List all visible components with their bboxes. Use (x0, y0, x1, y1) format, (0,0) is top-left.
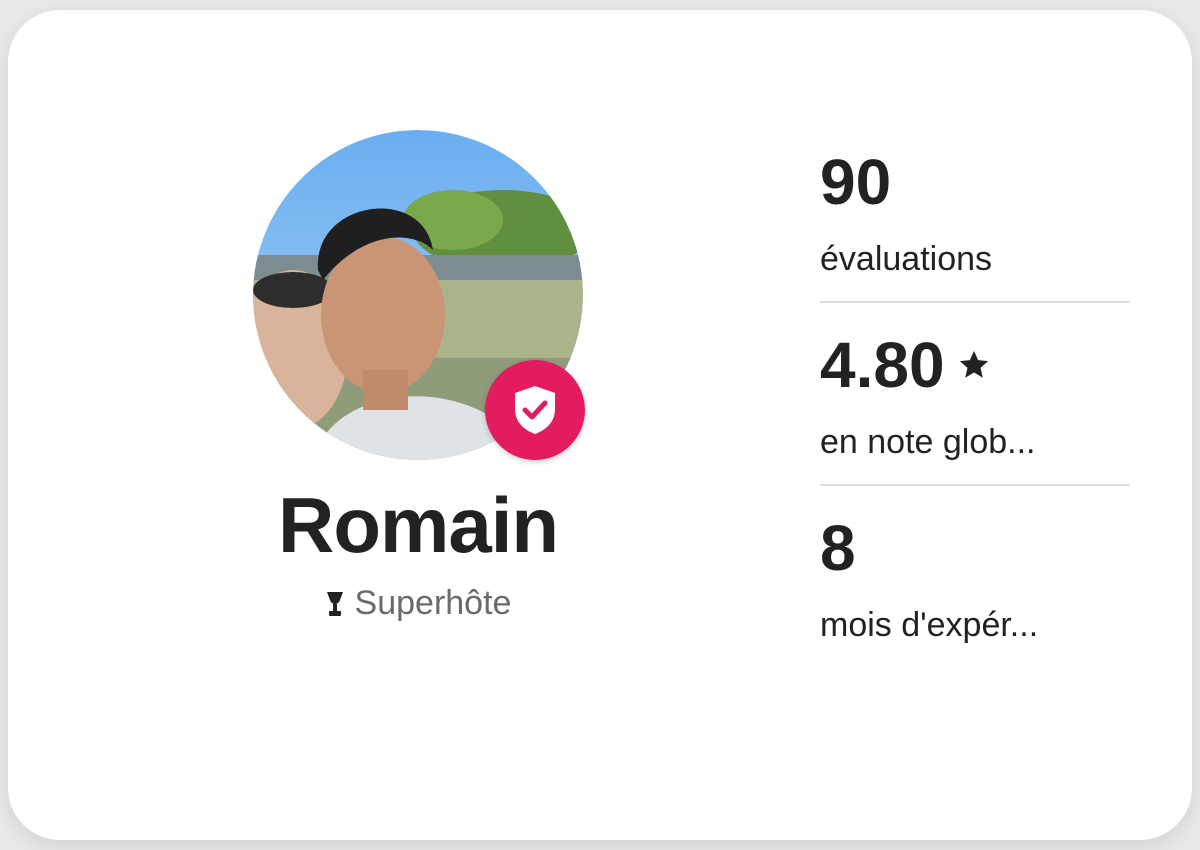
verified-badge (485, 360, 585, 460)
experience-months: 8 (820, 512, 856, 584)
superhost-status: Superhôte (325, 584, 512, 623)
rating-value: 4.80 (820, 329, 945, 401)
superhost-trophy-icon (326, 591, 343, 616)
host-profile-card[interactable]: Romain Superhôte 90 évaluations 4.80 en … (8, 10, 1192, 840)
stat-rating: 4.80 en note glob... (820, 301, 1130, 484)
stat-value: 90 (820, 150, 1130, 214)
reviews-count: 90 (820, 146, 892, 218)
verified-shield-check-icon (515, 386, 555, 434)
stat-label: en note glob... (820, 423, 1036, 461)
star-icon (959, 350, 988, 378)
stat-label: évaluations (820, 240, 993, 278)
avatar-container[interactable] (253, 130, 585, 460)
stat-value: 4.80 (820, 333, 1130, 397)
stat-label: mois d'expér... (820, 606, 1039, 644)
stat-experience: 8 mois d'expér... (820, 484, 1130, 667)
stat-value: 8 (820, 516, 1130, 580)
host-stats: 90 évaluations 4.80 en note glob... 8 mo… (820, 140, 1130, 667)
stat-reviews: 90 évaluations (820, 140, 1130, 301)
host-name: Romain (277, 481, 559, 569)
superhost-label: Superhôte (354, 584, 512, 622)
host-identity: Romain Superhôte (238, 130, 598, 623)
